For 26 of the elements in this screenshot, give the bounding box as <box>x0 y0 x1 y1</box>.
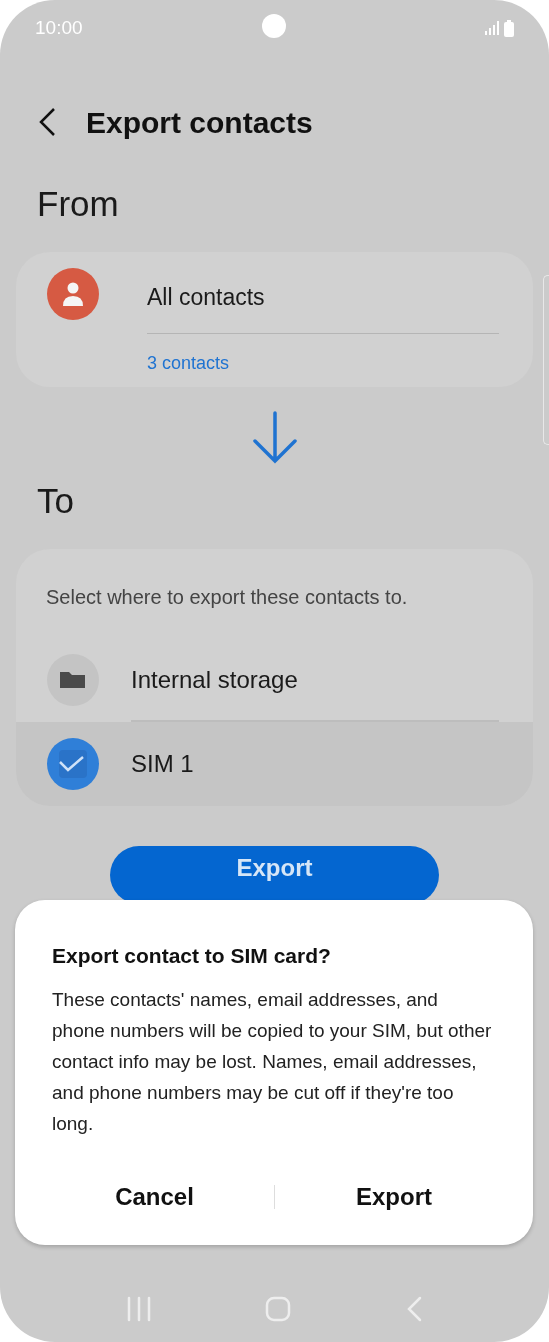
option-label: SIM 1 <box>131 749 195 779</box>
source-card[interactable]: All contacts 3 contacts <box>16 252 533 387</box>
dialog-button[interactable]: Cancel <box>35 1174 274 1219</box>
source-label: All contacts <box>147 283 266 312</box>
option-label: Internal storage <box>131 665 299 695</box>
screen-title: Export contacts <box>86 104 313 141</box>
recents-icon[interactable] <box>127 1296 152 1322</box>
contact-count: 3 contacts <box>147 351 231 375</box>
section-heading: To <box>37 480 75 522</box>
destination-option[interactable]: Internal storage <box>16 638 533 722</box>
checked-circle-icon <box>47 738 99 790</box>
destination-option[interactable]: SIM 1 <box>16 722 533 806</box>
contact-avatar-icon <box>47 268 99 320</box>
folder-icon <box>47 654 99 706</box>
dialog-title: Export contact to SIM card? <box>52 943 332 969</box>
camera-hole <box>262 14 286 38</box>
dialog-message: These contacts' names, email addresses, and phone numbers will be copied to your SIM, but other contact info may be lost. Names, email addresses, and phone numbers may be cut off if they're too long. <box>52 987 493 1136</box>
back-icon[interactable] <box>405 1296 422 1322</box>
down-arrow-icon <box>251 411 298 465</box>
home-icon[interactable] <box>265 1296 292 1322</box>
signal-icon <box>485 21 499 35</box>
instruction-text: Select where to export these contacts to. <box>45 585 409 610</box>
dialog-button[interactable]: Export <box>275 1174 513 1219</box>
battery-icon <box>504 19 514 37</box>
back-button[interactable] <box>38 107 58 137</box>
section-heading: From <box>37 183 120 225</box>
